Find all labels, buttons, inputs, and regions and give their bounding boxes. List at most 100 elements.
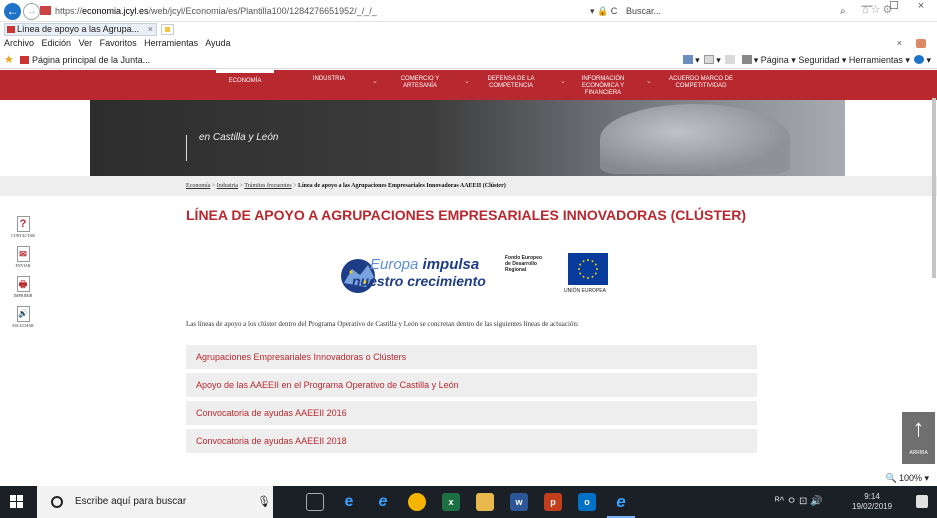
hero-banner: en Castilla y León	[90, 100, 845, 176]
powerpoint-icon[interactable]: p	[544, 493, 562, 511]
clock-date: 19/02/2019	[852, 502, 893, 511]
speaker-icon: 🔊	[16, 306, 30, 322]
forward-button[interactable]: →	[23, 3, 40, 20]
favorites-star-icon[interactable]: ★	[4, 51, 14, 69]
arrow-up-icon: ↑	[912, 415, 925, 442]
menu-ver[interactable]: Ver	[79, 38, 93, 48]
close-window-button[interactable]: ×	[909, 0, 933, 12]
back-button[interactable]: ←	[4, 3, 21, 20]
web-page: ECONOMÍA INDUSTRIA ⌄ COMERCIO Y ARTESANÍ…	[0, 70, 937, 470]
new-tab-button[interactable]	[161, 24, 174, 35]
page-title: LÍNEA DE APOYO A AGRUPACIONES EMPRESARIA…	[186, 207, 747, 223]
excel-icon[interactable]: x	[442, 493, 460, 511]
site-main-nav: ECONOMÍA INDUSTRIA ⌄ COMERCIO Y ARTESANÍ…	[0, 70, 937, 100]
nav-comercio[interactable]: COMERCIO Y ARTESANÍA	[395, 70, 445, 100]
feder-logo: Europa impulsa nuestro crecimiento Fondo…	[338, 253, 628, 303]
menu-bar: Archivo Edición Ver Favoritos Herramient…	[0, 36, 937, 51]
envelope-icon: ✉	[16, 246, 30, 262]
nav-defensa-competencia[interactable]: DEFENSA DE LA COMPETENCIA	[481, 70, 541, 100]
address-field[interactable]: https://economia.jcyl.es/web/jcyl/Econom…	[40, 4, 600, 19]
action-line-link[interactable]: Convocatoria de ayudas AAEEII 2016	[186, 401, 757, 425]
eu-flag-icon	[568, 253, 608, 285]
favorites-bar: ★ Página principal de la Junta... ▾ ▾ ▾ …	[0, 51, 937, 69]
taskbar-clock[interactable]: 9:14 19/02/2019	[852, 492, 892, 512]
chrome-icon[interactable]	[408, 493, 426, 511]
breadcrumb-current: Línea de apoyo a las Agrupaciones Empres…	[297, 183, 506, 189]
task-view-icon[interactable]	[306, 493, 324, 511]
mail-icon[interactable]	[725, 55, 736, 64]
clock-time: 9:14	[864, 492, 880, 501]
banner-subtitle: en Castilla y León	[199, 132, 279, 143]
breadcrumb-tramites[interactable]: Trámites frecuentes	[244, 183, 291, 189]
page-menu[interactable]: Página ▾	[761, 55, 796, 65]
cortana-icon	[51, 496, 63, 508]
extension-icon[interactable]	[916, 39, 926, 48]
send-tool[interactable]: ✉ ENVIAR	[8, 246, 38, 276]
feeds-icon[interactable]	[704, 55, 715, 64]
menu-herramientas[interactable]: Herramientas	[144, 38, 198, 48]
listen-tool[interactable]: 🔊 ESCUCHAR	[8, 306, 38, 336]
microphone-icon[interactable]: 🎙	[257, 486, 271, 518]
taskbar-search-input[interactable]: Escribe aquí para buscar	[37, 486, 273, 518]
action-line-link[interactable]: Convocatoria de ayudas AAEEII 2018	[186, 429, 757, 453]
zoom-icon: 🔍	[885, 473, 897, 483]
command-bar: ▾ ▾ ▾ Página ▾ Seguridad ▾ Herramientas …	[681, 51, 931, 69]
address-bar-row: ← → https://economia.jcyl.es/web/jcyl/Ec…	[0, 0, 937, 22]
nav-acuerdo-marco[interactable]: ACUERDO MARCO DE COMPETITIVIDAD	[662, 70, 740, 100]
address-controls[interactable]: ▾ 🔒 C	[590, 4, 617, 19]
favorite-link[interactable]: Página principal de la Junta...	[20, 51, 150, 69]
breadcrumb-industria[interactable]: Industria	[217, 183, 238, 189]
tab-favicon-icon	[7, 26, 15, 33]
minimize-button[interactable]: —	[855, 0, 879, 12]
nav-informacion-economica[interactable]: INFORMACIÓN ECONÓMICA Y FINANCIERA	[572, 70, 634, 100]
windows-start-icon[interactable]	[10, 495, 24, 509]
nav-economia[interactable]: ECONOMÍA	[216, 70, 274, 100]
browser-search-input[interactable]: Buscar...	[622, 4, 842, 19]
eu-label: UNIÓN EUROPEA	[564, 288, 606, 294]
scrollbar-thumb[interactable]	[932, 98, 936, 278]
search-icon[interactable]: ⌕	[840, 4, 846, 19]
action-line-link[interactable]: Agrupaciones Empresariales Innovadoras o…	[186, 345, 757, 369]
zoom-control[interactable]: 🔍 100% ▾	[886, 470, 929, 486]
menu-ayuda[interactable]: Ayuda	[205, 38, 230, 48]
nav-industria[interactable]: INDUSTRIA	[303, 70, 355, 100]
url-host: economia.jcyl.es	[82, 6, 149, 16]
word-icon[interactable]: w	[510, 493, 528, 511]
chevron-down-icon: ⌄	[372, 78, 378, 85]
tab-strip: Línea de apoyo a las Agrupa... ×	[0, 22, 937, 36]
notifications-icon[interactable]	[916, 495, 928, 508]
file-explorer-icon[interactable]	[476, 493, 494, 511]
action-lines-list: Agrupaciones Empresariales Innovadoras o…	[186, 345, 757, 457]
tools-menu[interactable]: Herramientas ▾	[849, 55, 910, 65]
action-line-link[interactable]: Apoyo de las AAEEII en el Programa Opera…	[186, 373, 757, 397]
back-to-top-button[interactable]: ↑ ARRIBA	[902, 412, 935, 464]
menu-edicion[interactable]: Edición	[42, 38, 72, 48]
internet-explorer-icon[interactable]: e	[374, 493, 392, 511]
help-icon[interactable]	[914, 55, 925, 64]
internet-explorer-active-icon[interactable]: e	[612, 493, 630, 511]
logo-slogan-line2: nuestro crecimiento	[352, 273, 486, 289]
page-scrollbar[interactable]	[930, 88, 937, 388]
menu-favoritos[interactable]: Favoritos	[100, 38, 137, 48]
print-tool[interactable]: 🖶 IMPRIMIR	[8, 276, 38, 306]
print-icon[interactable]	[741, 55, 752, 64]
security-menu[interactable]: Seguridad ▾	[798, 55, 846, 65]
system-tray[interactable]: ᴿ^ ㅇ ⊡ 🔊	[775, 486, 823, 518]
menu-archivo[interactable]: Archivo	[4, 38, 34, 48]
tab-close-icon[interactable]: ×	[148, 24, 153, 35]
chevron-down-icon: ⌄	[560, 78, 566, 85]
outlook-icon[interactable]: o	[578, 493, 596, 511]
breadcrumb-economia[interactable]: Economía	[186, 183, 210, 189]
tab-active[interactable]: Línea de apoyo a las Agrupa... ×	[4, 23, 157, 36]
chevron-down-icon: ⌄	[464, 78, 470, 85]
banner-image	[600, 104, 790, 174]
chevron-down-icon: ⌄	[646, 78, 652, 85]
question-icon: ?	[16, 216, 30, 232]
home-icon[interactable]	[683, 55, 694, 64]
status-bar: 🔍 100% ▾	[0, 470, 937, 486]
logo-fund-name: Fondo Europeo de Desarrollo Regional	[505, 255, 542, 273]
menu-close-icon[interactable]: ×	[897, 36, 902, 51]
contact-tool[interactable]: ? CONTACTAR	[8, 216, 38, 246]
maximize-button[interactable]: ☐	[882, 0, 906, 12]
edge-icon[interactable]: e	[340, 493, 358, 511]
